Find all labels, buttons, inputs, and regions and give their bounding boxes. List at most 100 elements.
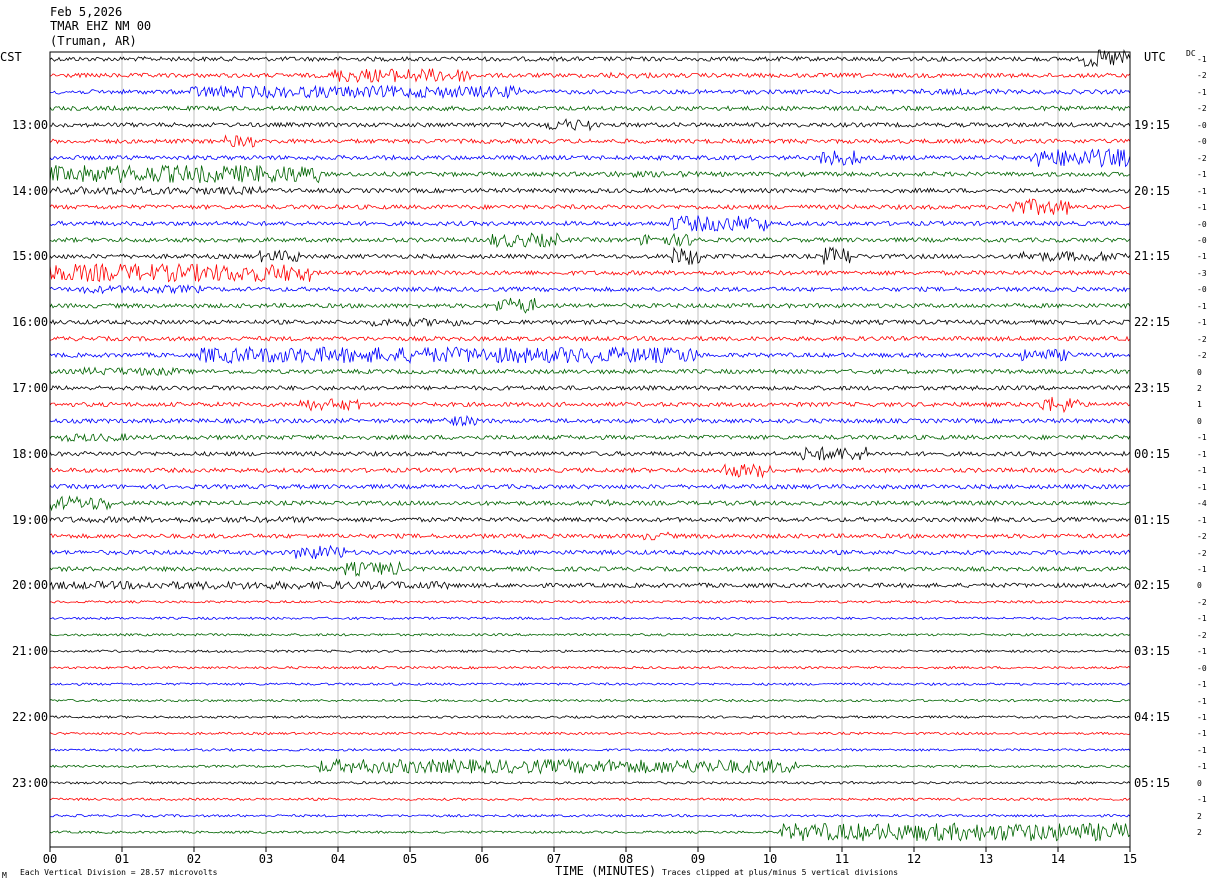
dc-offset-label: -4 [1197,499,1207,509]
right-hour-label: 03:15 [1134,644,1171,659]
dc-offset-label: -2 [1197,153,1207,163]
seismic-trace [49,262,1131,283]
plot-frame [49,51,1131,848]
dc-offset-label: 0 [1197,367,1202,377]
seismic-trace [49,665,1131,670]
date-label: Feb 5,2026 [50,5,123,19]
seismic-trace [49,715,1131,719]
seismic-trace [49,649,1131,654]
seismic-trace [50,599,1131,604]
seismic-trace [49,134,1131,148]
dc-offset-label: -1 [1197,762,1207,772]
seismic-trace [49,366,1131,376]
location-label: (Truman, AR) [50,34,137,48]
x-tick-label: 14 [1050,852,1066,866]
dc-offset-label: -1 [1197,203,1207,213]
seismic-trace [49,463,1131,479]
right-hour-label: 04:15 [1134,710,1171,724]
dc-label: DC [1186,49,1196,58]
scale-note: Each Vertical Division = 28.57 microvolt… [20,868,218,877]
x-axis-title: TIME (MINUTES) [555,864,657,878]
dc-offset-label: -2 [1197,351,1207,361]
left-hour-label: 18:00 [12,446,49,461]
dc-offset-label: -1 [1197,614,1207,624]
left-hour-label: 19:00 [12,512,49,527]
dc-offset-label: -0 [1197,663,1207,673]
seismic-trace [49,433,1131,443]
seismic-trace [49,682,1131,686]
dc-offset-label: -1 [1197,186,1207,196]
dc-offset-label: -0 [1197,120,1207,130]
dc-offset-label: -1 [1197,55,1207,64]
dc-offset-label: -2 [1197,104,1207,114]
seismic-trace [49,531,1131,541]
left-timezone-label: CST [0,50,22,64]
dc-offset-label: -1 [1197,301,1207,311]
right-hour-label: 19:15 [1134,117,1171,132]
left-hour-label: 13:00 [12,117,49,132]
seismic-trace [49,414,1131,427]
dc-offset-label: 0 [1197,581,1202,591]
seismic-trace [49,198,1131,215]
x-tick-label: 06 [474,852,490,866]
dc-offset-label: 2 [1197,811,1202,821]
right-hour-label: 21:15 [1134,249,1171,264]
right-hour-label: 02:15 [1134,578,1171,593]
seismic-trace [49,495,1131,512]
dc-offset-label: -1 [1197,564,1207,574]
dc-offset-label: -2 [1197,548,1207,558]
dc-offset-label: -1 [1197,482,1207,492]
seismic-trace [49,105,1131,112]
seismic-trace [49,84,1131,100]
dc-offset-label: -0 [1197,137,1207,147]
seismic-traces [49,48,1131,842]
left-hour-label: 15:00 [12,249,49,264]
x-tick-label: 11 [834,852,850,866]
dc-offset-label: -1 [1197,696,1207,706]
x-tick-label: 05 [402,852,418,866]
seismic-trace [49,483,1131,490]
right-hour-label: 22:15 [1134,315,1171,330]
seismic-trace [49,297,1131,314]
seismic-trace [49,68,1131,83]
dc-offset-label: -0 [1197,235,1207,245]
seismic-trace [49,797,1131,802]
x-tick-label: 03 [258,852,274,866]
seismic-trace [49,544,1131,560]
corner-mark: M [2,871,7,880]
dc-offset-label: -1 [1197,680,1207,690]
x-tick-label: 15 [1122,852,1138,866]
dc-offset-label: -1 [1197,318,1207,328]
dc-offset-label: -3 [1197,268,1207,278]
dc-offset-label: 0 [1197,416,1202,426]
dc-offset-label: -1 [1197,795,1207,805]
seismic-trace [49,515,1131,524]
dc-offset-label: -1 [1197,713,1207,722]
seismic-trace [49,335,1131,342]
dc-offset-label: 2 [1197,384,1202,393]
seismic-trace [49,698,1131,703]
seismic-trace [49,164,1131,184]
x-tick-label: 12 [906,852,922,866]
x-tick-label: 09 [690,852,706,866]
seismic-trace [49,780,1131,785]
x-tick-label: 10 [762,852,778,866]
seismic-trace [49,317,1131,328]
left-hour-label: 20:00 [12,578,49,593]
clip-note: Traces clipped at plus/minus 5 vertical … [662,868,899,877]
right-hour-label: 23:15 [1134,381,1171,395]
seismic-trace [49,747,1131,752]
seismic-trace [49,384,1131,392]
x-tick-label: 00 [42,852,58,866]
seismic-trace [49,757,1131,775]
dc-offset-label: 2 [1197,828,1202,838]
dc-offset-label: -2 [1197,532,1207,542]
dc-offset-label: -2 [1197,71,1207,81]
seismic-trace [49,560,1131,577]
x-tick-label: 04 [330,852,346,866]
dc-offset-label: -1 [1197,170,1207,180]
seismic-trace [49,215,1131,232]
dc-offset-label: 1 [1197,400,1202,410]
seismic-trace [49,246,1131,265]
dc-offset-label: -1 [1197,433,1207,443]
